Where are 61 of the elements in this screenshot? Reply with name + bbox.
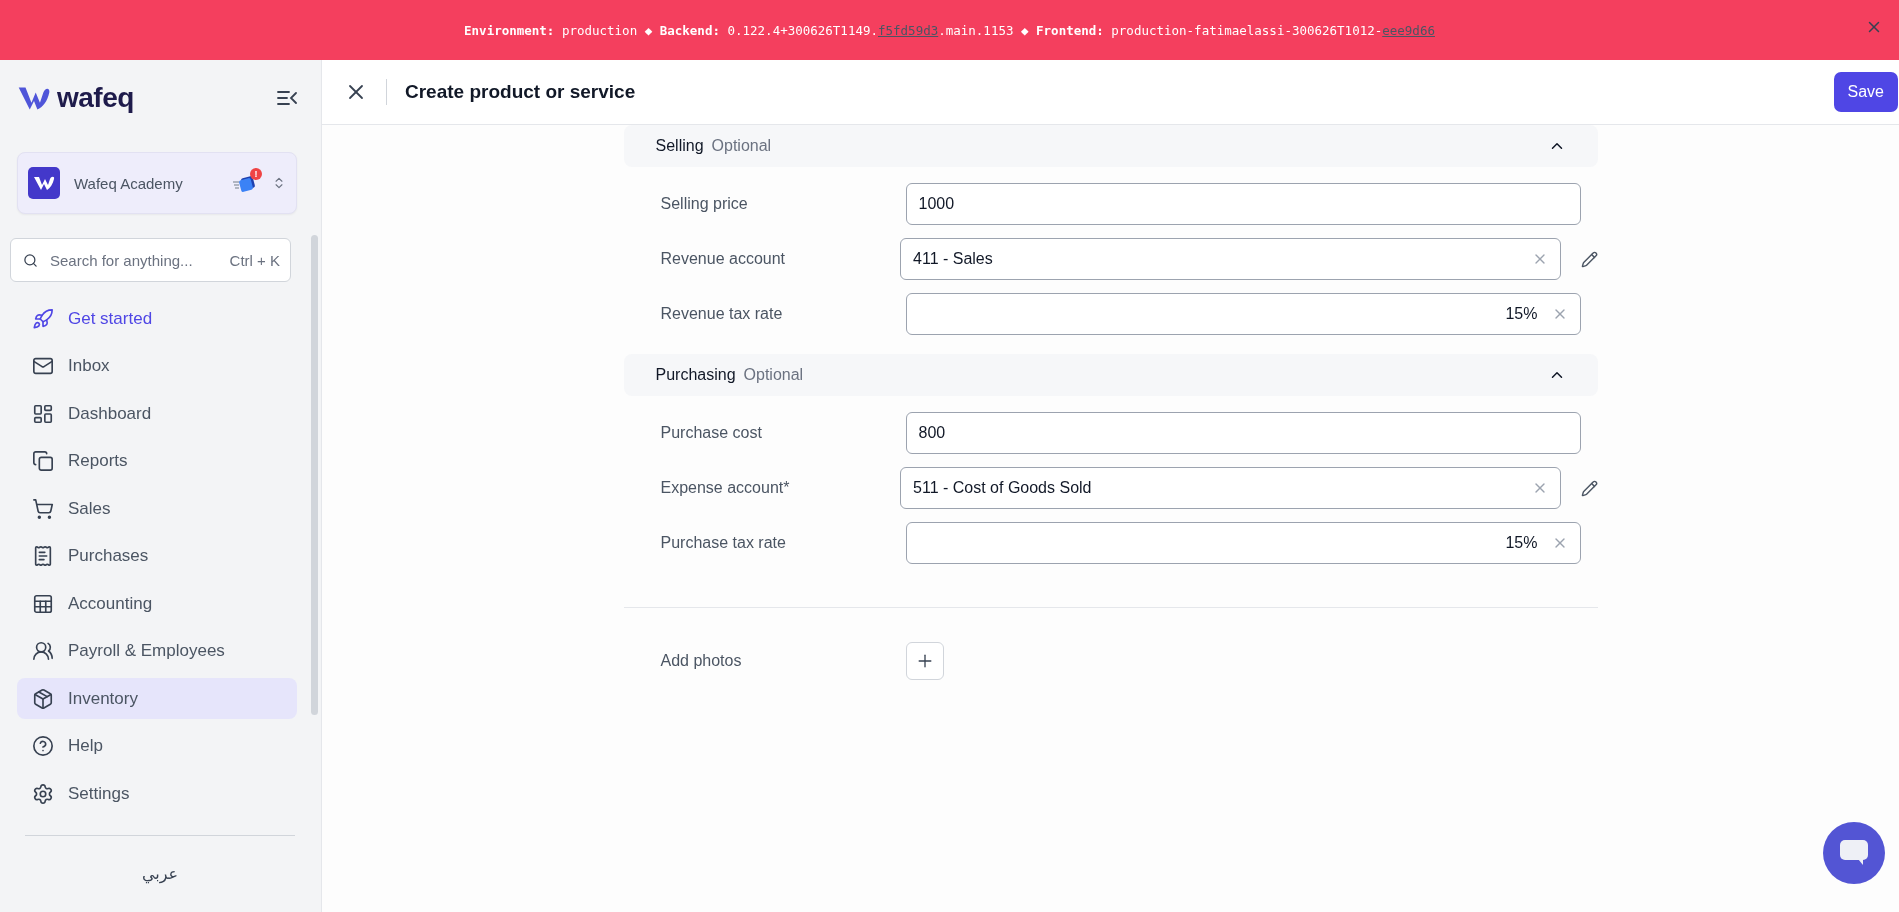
field-label: Add photos (660, 652, 743, 670)
pencil-icon (1580, 479, 1598, 497)
field-label: Revenue account (660, 250, 787, 268)
envelope-icon (32, 355, 54, 377)
section-title: Purchasing (655, 366, 736, 384)
select-field[interactable]: 411 - Sales (900, 238, 1561, 280)
field-label: Expense account* (660, 479, 791, 497)
nav-item[interactable]: Inbox (17, 345, 297, 387)
field-label: Selling price (660, 195, 749, 213)
dashboard-icon (32, 402, 54, 425)
section-header[interactable]: Purchasing Optional (623, 354, 1598, 396)
edit-button[interactable] (1580, 479, 1598, 497)
page-title: Create product or service (405, 81, 637, 103)
optional-tag: Optional (743, 366, 804, 384)
box-icon (32, 687, 54, 710)
field-label: Revenue tax rate (660, 305, 784, 323)
nav-item[interactable]: Accounting (17, 583, 297, 624)
search-field[interactable]: Search for anything... (50, 251, 218, 269)
organization-switcher[interactable]: Wafeq Academy ! (17, 152, 297, 214)
nav-item[interactable]: Settings (17, 773, 297, 814)
select-field[interactable]: 15% (905, 293, 1581, 335)
nav-item[interactable]: Get started (17, 298, 297, 339)
field-label: Purchase cost (660, 424, 763, 442)
section-header[interactable]: Selling Optional (623, 125, 1598, 167)
select-field[interactable]: 511 - Cost of Goods Sold (900, 467, 1561, 509)
pencil-icon (1580, 250, 1598, 268)
nav-item[interactable]: Sales (17, 488, 297, 529)
chat-icon (1839, 839, 1869, 867)
section-title: Selling (655, 137, 704, 155)
save-button[interactable]: Save (1833, 72, 1898, 112)
nav-item[interactable]: Payroll & Employees (17, 630, 297, 672)
table-icon (32, 592, 54, 615)
shortcut-hint: Ctrl + K (229, 251, 280, 269)
input-field[interactable]: 1000 (905, 183, 1581, 225)
nav-item[interactable]: Dashboard (17, 393, 297, 434)
nav-item[interactable]: Help (17, 725, 297, 767)
notification-badge: ! (250, 168, 262, 180)
edit-button[interactable] (1580, 250, 1598, 268)
nav-item[interactable]: Purchases (17, 535, 297, 577)
rocket-icon (32, 307, 54, 330)
collapse-sidebar-button[interactable] (277, 90, 297, 106)
cart-icon (32, 497, 54, 520)
add-photo-button[interactable] (905, 642, 944, 680)
input-field[interactable]: 800 (905, 412, 1581, 454)
receipt-icon (32, 545, 54, 567)
people-icon (32, 640, 54, 662)
organization-avatar (28, 167, 60, 199)
documents-icon (32, 450, 54, 472)
select-field[interactable]: 15% (905, 522, 1581, 564)
logo-text: wafeq (57, 82, 134, 114)
nav-item[interactable]: Inventory (17, 678, 297, 719)
optional-tag: Optional (711, 137, 772, 155)
search-icon (23, 252, 38, 268)
environment-info: Environment: production ◆ Backend: 0.122.4+300626T1149.f5fd59d3.main.1153 ◆ Frontend: production-fatimaelassi-300626T1012-eee9d66 (464, 22, 1435, 38)
help-icon (32, 735, 54, 757)
nav-item[interactable]: Reports (17, 440, 297, 482)
settings-icon (32, 782, 54, 805)
cards-icon (232, 174, 258, 192)
language-link[interactable]: عربي (141, 863, 179, 883)
field-label: Purchase tax rate (660, 534, 787, 552)
logo-icon (17, 84, 51, 112)
